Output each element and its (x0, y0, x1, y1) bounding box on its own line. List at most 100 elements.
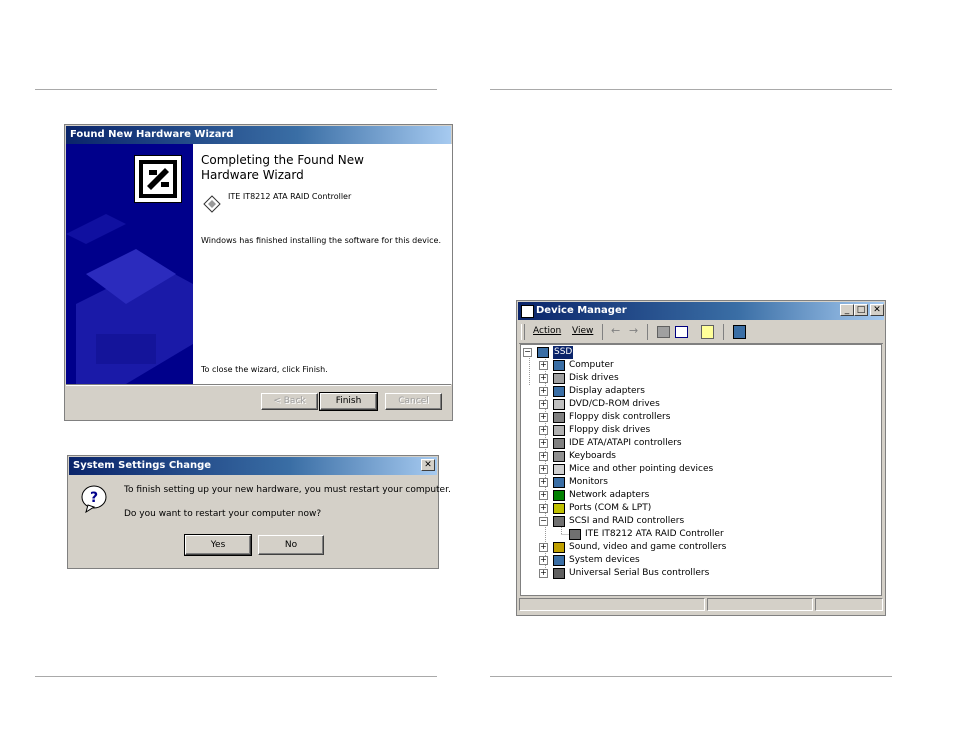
device-tree: − SSD + Computer + Disk drives + Display adap… (520, 344, 882, 596)
computer-icon (537, 347, 549, 358)
tree-item-label: Keyboards (569, 451, 616, 461)
tree-item-label: Floppy disk drives (569, 425, 651, 435)
monitor-icon (553, 477, 565, 488)
restart-message-line2: Do you want to restart your computer now… (124, 509, 322, 519)
controller-icon (553, 412, 565, 423)
tree-item-label: Sound, video and game controllers (569, 542, 727, 552)
menu-action[interactable]: Action (533, 326, 561, 336)
tree-item-label: Computer (569, 360, 614, 370)
device-manager-title-bar[interactable]: Device Manager (518, 302, 884, 320)
scsi-icon (553, 516, 565, 527)
wizard-device-name: ITE IT8212 ATA RAID Controller (228, 192, 352, 201)
port-icon (553, 503, 565, 514)
finish-button[interactable]: Finish (319, 392, 378, 411)
wizard-heading-line1: Completing the Found New (201, 153, 364, 167)
menu-view[interactable]: View (572, 326, 593, 336)
question-glyph: ? (90, 490, 98, 506)
yes-button[interactable]: Yes (184, 534, 252, 556)
collapse-icon[interactable]: − (539, 517, 548, 526)
top-rule-right (490, 89, 892, 90)
toolbar-divider-1 (602, 324, 603, 340)
expand-icon[interactable]: + (539, 491, 548, 500)
maximize-button[interactable]: □ (854, 304, 868, 316)
expand-icon[interactable]: + (539, 426, 548, 435)
toolbar-grip (521, 324, 525, 340)
toolbar-divider-2 (647, 324, 648, 340)
cdrom-icon (553, 399, 565, 410)
floppy-icon (553, 425, 565, 436)
expand-icon[interactable]: + (539, 387, 548, 396)
wizard-side-banner (66, 144, 193, 384)
found-new-hardware-wizard: Found New Hardware Wizard Completing the… (64, 124, 453, 421)
question-icon: ? (80, 485, 108, 514)
expand-icon[interactable]: + (539, 543, 548, 552)
expand-icon[interactable]: + (539, 465, 548, 474)
wizard-content: Completing the Found New Hardware Wizard… (193, 144, 452, 384)
scan-hardware-icon[interactable] (733, 325, 746, 339)
minimize-button[interactable]: _ (840, 304, 854, 316)
back-button[interactable]: < Back (261, 393, 318, 410)
bottom-rule-left (35, 676, 437, 677)
monitor-icon (553, 386, 565, 397)
keyboard-icon (553, 451, 565, 462)
expand-icon[interactable]: + (539, 452, 548, 461)
tree-item-label: Floppy disk controllers (569, 412, 671, 422)
tree-item-label: Mice and other pointing devices (569, 464, 714, 474)
expand-icon[interactable]: + (539, 400, 548, 409)
raid-controller-icon (203, 195, 221, 213)
toolbar-divider-3 (723, 324, 724, 340)
root-label: SSD (553, 346, 574, 359)
expand-icon[interactable]: + (539, 413, 548, 422)
status-pane-2 (707, 598, 813, 611)
expand-icon[interactable]: + (539, 478, 548, 487)
tree-item-label: Monitors (569, 477, 608, 487)
help-icon[interactable] (701, 325, 714, 339)
controller-icon (553, 438, 565, 449)
device-manager-window-icon (521, 305, 534, 318)
forward-arrow-icon[interactable]: → (629, 324, 638, 337)
restart-dialog-title-bar[interactable]: System Settings Change (69, 457, 437, 475)
tree-item-label: Disk drives (569, 373, 619, 383)
expand-icon[interactable]: + (539, 556, 548, 565)
wizard-close-instruction: To close the wizard, click Finish. (201, 365, 328, 374)
tree-item-label: Universal Serial Bus controllers (569, 568, 710, 578)
computer-icon (553, 555, 565, 566)
device-manager-window: Device Manager _ □ ✕ Action View ← → − S… (516, 300, 886, 616)
restart-dialog-close-button[interactable]: ✕ (421, 459, 435, 471)
device-manager-close-button[interactable]: ✕ (870, 304, 884, 316)
wizard-finished-message: Windows has finished installing the soft… (201, 236, 441, 245)
expand-icon[interactable]: + (539, 504, 548, 513)
device-manager-title: Device Manager (536, 305, 627, 316)
hardware-icon (134, 155, 182, 203)
computer-icon (553, 360, 565, 371)
status-pane-1 (519, 598, 705, 611)
details-icon[interactable] (675, 326, 688, 338)
device-manager-toolbar: Action View ← → (519, 321, 883, 344)
disk-drive-icon (553, 373, 565, 384)
tree-item-label: ITE IT8212 ATA RAID Controller (585, 529, 724, 539)
collapse-root-icon[interactable]: − (523, 348, 532, 357)
wizard-title: Found New Hardware Wizard (70, 129, 234, 140)
expand-icon[interactable]: + (539, 374, 548, 383)
top-rule-left (35, 89, 437, 90)
status-pane-3 (815, 598, 883, 611)
tree-item-label: DVD/CD-ROM drives (569, 399, 660, 409)
network-icon (553, 490, 565, 501)
expand-icon[interactable]: + (539, 569, 548, 578)
no-button[interactable]: No (258, 535, 324, 555)
wizard-title-bar[interactable]: Found New Hardware Wizard (66, 126, 451, 144)
scsi-icon (569, 529, 581, 540)
expand-icon[interactable]: + (539, 439, 548, 448)
tree-item-label: IDE ATA/ATAPI controllers (569, 438, 682, 448)
cancel-button[interactable]: Cancel (385, 393, 442, 410)
bottom-rule-right (490, 676, 892, 677)
tree-item-label: System devices (569, 555, 640, 565)
wizard-heading-line2: Hardware Wizard (201, 168, 304, 182)
mouse-icon (553, 464, 565, 475)
properties-icon[interactable] (657, 326, 670, 338)
tree-item-label: SCSI and RAID controllers (569, 516, 685, 526)
back-arrow-icon[interactable]: ← (611, 324, 620, 337)
expand-icon[interactable]: + (539, 361, 548, 370)
restart-dialog-title: System Settings Change (73, 460, 212, 471)
sound-icon (553, 542, 565, 553)
